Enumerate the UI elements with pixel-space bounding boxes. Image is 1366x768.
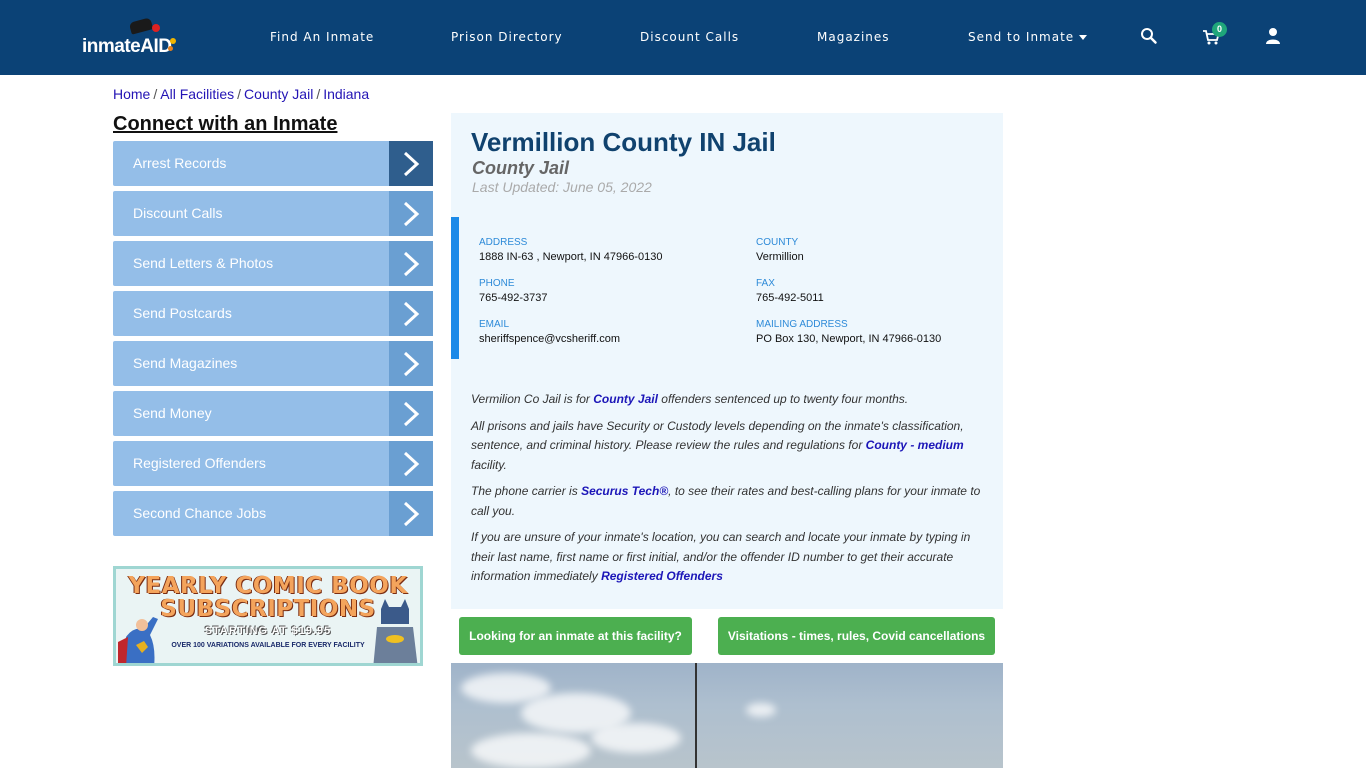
- address-label: ADDRESS: [479, 237, 528, 248]
- mailing-address-field: MAILING ADDRESS PO Box 130, Newport, IN …: [756, 319, 941, 345]
- leaf-icon: [152, 24, 160, 32]
- leaf-icon: [170, 38, 176, 44]
- logo-text: inmateAID: [82, 36, 172, 57]
- facility-photo: [451, 663, 1003, 768]
- facility-description: Vermilion Co Jail is for County Jail off…: [471, 390, 981, 594]
- sidebar-item-second-chance-jobs[interactable]: Second Chance Jobs: [113, 491, 433, 536]
- county-medium-link[interactable]: County - medium: [866, 438, 964, 452]
- sidebar-item-label: Discount Calls: [133, 205, 223, 221]
- breadcrumb-home[interactable]: Home: [113, 86, 150, 102]
- breadcrumb-separator: /: [153, 86, 158, 102]
- pilgrim-hat-icon: [128, 17, 154, 35]
- cloud-shape: [746, 703, 776, 717]
- batman-illustration-icon: [373, 599, 418, 663]
- comic-subscription-ad-banner[interactable]: YEARLY COMIC BOOK SUBSCRIPTIONS STARTING…: [113, 566, 423, 666]
- breadcrumb-separator: /: [316, 86, 321, 102]
- breadcrumb-county-jail[interactable]: County Jail: [244, 86, 313, 102]
- address-field: ADDRESS 1888 IN-63 , Newport, IN 47966-0…: [479, 237, 662, 263]
- description-text: facility.: [471, 457, 507, 472]
- county-field: COUNTY Vermillion: [756, 237, 804, 263]
- chevron-right-icon: [389, 191, 433, 236]
- chevron-right-icon: [389, 491, 433, 536]
- sidebar-item-registered-offenders[interactable]: Registered Offenders: [113, 441, 433, 486]
- sidebar-item-label: Arrest Records: [133, 155, 227, 171]
- chevron-right-icon: [389, 441, 433, 486]
- sidebar-item-label: Send Magazines: [133, 355, 238, 371]
- chevron-right-icon: [389, 391, 433, 436]
- registered-offenders-link[interactable]: Registered Offenders: [601, 569, 723, 583]
- description-text: Vermilion Co Jail is for: [471, 392, 594, 406]
- fax-value: 765-492-5011: [756, 292, 824, 304]
- find-inmate-at-facility-button[interactable]: Looking for an inmate at this facility?: [459, 617, 692, 655]
- facility-info-box: ADDRESS 1888 IN-63 , Newport, IN 47966-0…: [451, 217, 1003, 359]
- description-text: offenders sentenced up to twenty four mo…: [657, 392, 909, 406]
- chevron-right-icon: [389, 141, 433, 186]
- email-value[interactable]: sheriffspence@vcsheriff.com: [479, 333, 620, 345]
- nav-send-to-inmate-label: Send to Inmate: [968, 30, 1075, 44]
- top-navbar: inmateAID Find An Inmate Prison Director…: [0, 0, 1366, 75]
- visitations-button[interactable]: Visitations - times, rules, Covid cancel…: [718, 617, 995, 655]
- description-paragraph: Vermilion Co Jail is for County Jail off…: [471, 390, 981, 410]
- facility-panel: Vermillion County IN Jail County Jail La…: [451, 113, 1003, 609]
- nav-find-an-inmate[interactable]: Find An Inmate: [270, 30, 374, 44]
- last-updated: Last Updated: June 05, 2022: [472, 179, 652, 195]
- cloud-shape: [591, 723, 681, 753]
- description-text: The phone carrier is: [471, 484, 582, 498]
- nav-magazines[interactable]: Magazines: [817, 30, 890, 44]
- sidebar-item-send-money[interactable]: Send Money: [113, 391, 433, 436]
- nav-discount-calls[interactable]: Discount Calls: [640, 30, 739, 44]
- phone-field: PHONE 765-492-3737: [479, 278, 548, 304]
- breadcrumb-all-facilities[interactable]: All Facilities: [160, 86, 234, 102]
- sidebar-item-label: Send Money: [133, 405, 212, 421]
- cart-count-badge: 0: [1212, 22, 1227, 37]
- nav-prison-directory[interactable]: Prison Directory: [451, 30, 563, 44]
- email-field: EMAIL sheriffspence@vcsheriff.com: [479, 319, 620, 345]
- leaf-icon: [168, 46, 173, 51]
- sidebar-menu: Arrest Records Discount Calls Send Lette…: [113, 141, 433, 541]
- mailing-address-value: PO Box 130, Newport, IN 47966-0130: [756, 333, 942, 345]
- description-paragraph: The phone carrier is Securus Tech®, to s…: [471, 482, 981, 521]
- breadcrumb: Home / All Facilities / County Jail / Indiana: [113, 86, 369, 102]
- sidebar-item-arrest-records[interactable]: Arrest Records: [113, 141, 433, 186]
- sidebar-item-send-postcards[interactable]: Send Postcards: [113, 291, 433, 336]
- chevron-right-icon: [389, 341, 433, 386]
- facility-type: County Jail: [472, 158, 570, 178]
- fax-field: FAX 765-492-5011: [756, 278, 824, 304]
- site-logo[interactable]: inmateAID: [82, 17, 176, 57]
- address-value: 1888 IN-63 , Newport, IN 47966-0130: [479, 251, 663, 263]
- sidebar-title: Connect with an Inmate: [113, 113, 338, 135]
- phone-value[interactable]: 765-492-3737: [479, 292, 548, 304]
- description-paragraph: If you are unsure of your inmate's locat…: [471, 528, 981, 587]
- sidebar-item-label: Send Postcards: [133, 305, 232, 321]
- search-icon[interactable]: [1140, 27, 1158, 45]
- county-label: COUNTY: [756, 237, 799, 248]
- description-paragraph: All prisons and jails have Security or C…: [471, 417, 981, 476]
- fax-label: FAX: [756, 278, 775, 289]
- sidebar-item-label: Registered Offenders: [133, 455, 266, 471]
- mailing-address-label: MAILING ADDRESS: [756, 319, 848, 330]
- county-value: Vermillion: [756, 251, 804, 263]
- cloud-shape: [471, 733, 591, 768]
- sidebar-item-discount-calls[interactable]: Discount Calls: [113, 191, 433, 236]
- email-label: EMAIL: [479, 319, 510, 330]
- breadcrumb-separator: /: [237, 86, 242, 102]
- sidebar-item-send-letters-photos[interactable]: Send Letters & Photos: [113, 241, 433, 286]
- nav-send-to-inmate[interactable]: Send to Inmate: [968, 30, 1088, 44]
- sidebar-item-label: Send Letters & Photos: [133, 255, 274, 271]
- radio-tower: [695, 663, 697, 768]
- facility-title: Vermillion County IN Jail: [471, 127, 776, 157]
- securus-tech-link[interactable]: Securus Tech®: [581, 484, 668, 498]
- county-jail-link[interactable]: County Jail: [593, 392, 658, 406]
- sidebar-item-send-magazines[interactable]: Send Magazines: [113, 341, 433, 386]
- user-icon[interactable]: [1264, 27, 1282, 45]
- phone-label: PHONE: [479, 278, 515, 289]
- caret-down-icon: [1079, 35, 1088, 40]
- chevron-right-icon: [389, 241, 433, 286]
- sidebar-item-label: Second Chance Jobs: [133, 505, 267, 521]
- breadcrumb-indiana[interactable]: Indiana: [323, 86, 369, 102]
- chevron-right-icon: [389, 291, 433, 336]
